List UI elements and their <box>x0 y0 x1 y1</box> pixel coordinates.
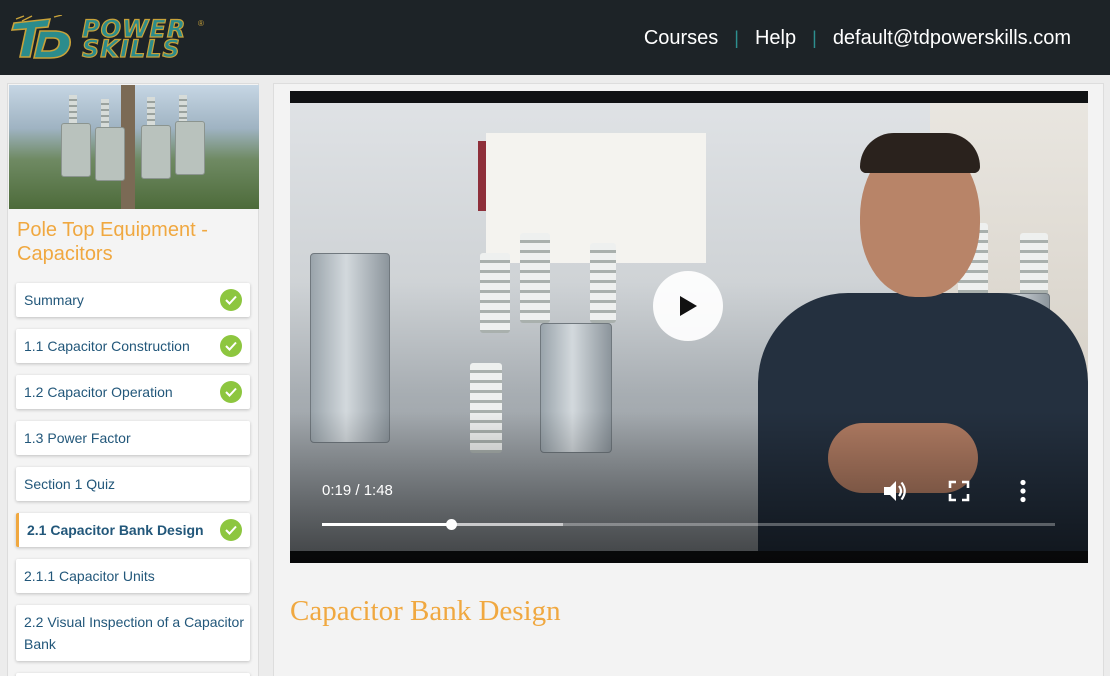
completed-check-icon <box>220 335 242 357</box>
logo-word-skills: SKILLS <box>81 34 181 63</box>
more-options-icon <box>1020 479 1026 503</box>
video-progress-bar[interactable] <box>322 519 1055 530</box>
lesson-label: 2.1 Capacitor Bank Design <box>27 522 204 538</box>
td-monogram-icon <box>10 15 72 59</box>
main-content: 0:19 / 1:48 Capacitor Bank Design <box>273 83 1104 676</box>
volume-icon <box>884 481 906 501</box>
lesson-label: 1.2 Capacitor Operation <box>24 384 173 400</box>
nav-account-link[interactable]: default@tdpowerskills.com <box>833 27 1071 50</box>
lesson-label: 1.3 Power Factor <box>24 430 131 446</box>
video-time-display: 0:19 / 1:48 <box>322 482 393 499</box>
completed-check-icon <box>220 381 242 403</box>
td-power-skills-logo[interactable]: POWER SKILLS ® <box>10 13 206 64</box>
nav-courses-link[interactable]: Courses <box>644 27 718 50</box>
lesson-item-1-2[interactable]: 1.2 Capacitor Operation <box>16 375 250 409</box>
lesson-item-1-3[interactable]: 1.3 Power Factor <box>16 421 250 455</box>
lesson-item-section-1-quiz[interactable]: Section 1 Quiz <box>16 467 250 501</box>
lesson-label: Section 1 Quiz <box>24 476 116 492</box>
volume-button[interactable] <box>881 477 909 505</box>
course-sidebar: Pole Top Equipment - Capacitors Summary … <box>7 83 259 676</box>
nav-separator: | <box>734 27 739 48</box>
course-title: Pole Top Equipment - Capacitors <box>17 219 208 265</box>
lesson-item-summary[interactable]: Summary <box>16 283 250 317</box>
lesson-label: 2.1.1 Capacitor Units <box>24 568 155 584</box>
completed-check-icon <box>220 289 242 311</box>
course-thumbnail <box>9 85 259 209</box>
top-header: POWER SKILLS ® Courses | Help | default@… <box>0 0 1110 75</box>
registered-mark: ® <box>198 19 204 28</box>
play-button[interactable] <box>653 271 723 341</box>
fullscreen-button[interactable] <box>945 477 973 505</box>
lesson-title: Capacitor Bank Design <box>290 595 561 627</box>
fullscreen-icon <box>948 480 970 502</box>
top-nav: Courses | Help | default@tdpowerskills.c… <box>644 24 1071 52</box>
lesson-item-1-1[interactable]: 1.1 Capacitor Construction <box>16 329 250 363</box>
lesson-label: 2.2 Visual Inspection of a Capacitor Ban… <box>24 614 244 652</box>
lesson-label: 1.1 Capacitor Construction <box>24 338 190 354</box>
lesson-item-2-1-active[interactable]: 2.1 Capacitor Bank Design <box>16 513 250 547</box>
played-bar <box>322 523 451 526</box>
video-player[interactable]: 0:19 / 1:48 <box>290 91 1088 563</box>
lesson-item-2-1-1[interactable]: 2.1.1 Capacitor Units <box>16 559 250 593</box>
play-icon <box>680 296 697 316</box>
scrubber-handle[interactable] <box>446 519 457 530</box>
nav-help-link[interactable]: Help <box>755 27 796 50</box>
lesson-item-2-2[interactable]: 2.2 Visual Inspection of a Capacitor Ban… <box>16 605 250 661</box>
lesson-label: Summary <box>24 292 84 308</box>
completed-check-icon <box>220 519 242 541</box>
more-options-button[interactable] <box>1009 477 1037 505</box>
nav-separator: | <box>812 27 817 48</box>
